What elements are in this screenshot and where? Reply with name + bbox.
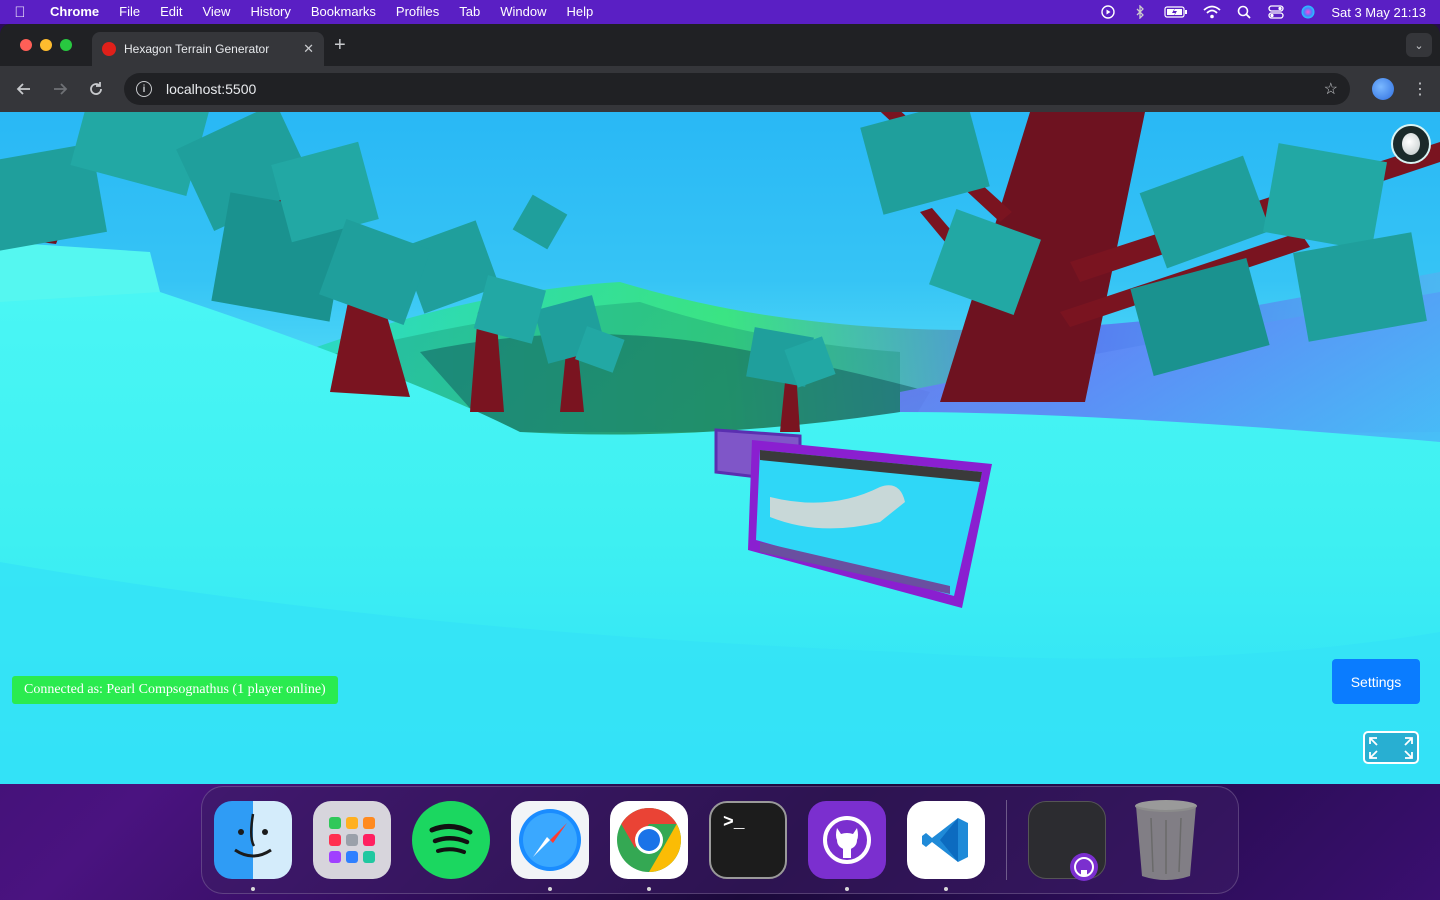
running-indicator <box>251 887 255 891</box>
terminal-prompt-icon: >_ <box>723 813 745 833</box>
dock-github-desktop[interactable] <box>808 801 886 891</box>
menu-profiles[interactable]: Profiles <box>386 0 449 24</box>
siri-icon[interactable] <box>1299 5 1317 19</box>
running-indicator <box>944 887 948 891</box>
menu-tab[interactable]: Tab <box>449 0 490 24</box>
trash-icon <box>1135 800 1197 880</box>
forward-button[interactable] <box>46 75 74 103</box>
menu-file[interactable]: File <box>109 0 150 24</box>
menu-bookmarks[interactable]: Bookmarks <box>301 0 386 24</box>
menu-history[interactable]: History <box>240 0 300 24</box>
control-center-icon[interactable] <box>1267 5 1285 19</box>
tab-favicon-icon <box>102 42 116 56</box>
address-bar[interactable]: i localhost:5500 ☆ <box>124 73 1350 105</box>
back-button[interactable] <box>10 75 38 103</box>
dock-spotify[interactable] <box>412 801 490 879</box>
chrome-icon <box>617 808 681 872</box>
dock-finder[interactable] <box>214 801 292 891</box>
github-icon <box>823 816 871 864</box>
close-window-button[interactable] <box>20 39 32 51</box>
menu-app-name[interactable]: Chrome <box>40 0 109 24</box>
menu-help[interactable]: Help <box>557 0 604 24</box>
spotlight-search-icon[interactable] <box>1235 5 1253 19</box>
dock-chrome[interactable] <box>610 801 688 891</box>
battery-icon[interactable] <box>1163 5 1189 19</box>
dock-separator <box>1006 800 1007 880</box>
dock-vscode[interactable] <box>907 801 985 891</box>
browser-tab[interactable]: Hexagon Terrain Generator ✕ <box>92 32 324 66</box>
running-indicator <box>548 887 552 891</box>
running-indicator <box>845 887 849 891</box>
dock-terminal[interactable]: >_ <box>709 801 787 879</box>
settings-button[interactable]: Settings <box>1332 659 1420 704</box>
moon-icon <box>1402 133 1420 155</box>
browser-toolbar: i localhost:5500 ☆ ⋮ <box>0 66 1440 112</box>
window-controls <box>0 39 92 51</box>
profile-avatar[interactable] <box>1372 78 1394 100</box>
menu-window[interactable]: Window <box>490 0 556 24</box>
maximize-window-button[interactable] <box>60 39 72 51</box>
tab-title: Hexagon Terrain Generator <box>124 42 270 56</box>
reload-button[interactable] <box>82 75 110 103</box>
minimize-window-button[interactable] <box>40 39 52 51</box>
safari-icon <box>519 809 581 871</box>
fullscreen-icon <box>1369 736 1413 759</box>
site-info-icon[interactable]: i <box>136 81 152 97</box>
macos-dock: >_ <box>201 786 1239 894</box>
chrome-window: Hexagon Terrain Generator ✕ + ⌄ i localh… <box>0 24 1440 784</box>
wifi-icon[interactable] <box>1203 5 1221 19</box>
dock-minimized-window[interactable] <box>1028 801 1106 881</box>
dock-trash[interactable] <box>1127 800 1205 880</box>
connection-status-badge: Connected as: Pearl Compsognathus (1 pla… <box>12 676 338 704</box>
spotify-icon <box>429 824 473 854</box>
day-night-toggle-button[interactable] <box>1391 124 1431 164</box>
new-tab-button[interactable]: + <box>334 34 346 57</box>
macos-menu-bar:  Chrome File Edit View History Bookmark… <box>0 0 1440 24</box>
menu-edit[interactable]: Edit <box>150 0 192 24</box>
tab-search-button[interactable]: ⌄ <box>1406 33 1432 57</box>
dock-safari[interactable] <box>511 801 589 891</box>
tab-close-icon[interactable]: ✕ <box>303 41 314 57</box>
menubar-clock[interactable]: Sat 3 May 21:13 <box>1331 5 1426 20</box>
chrome-menu-icon[interactable]: ⋮ <box>1410 79 1430 99</box>
tab-strip: Hexagon Terrain Generator ✕ + ⌄ <box>0 24 1440 66</box>
github-icon <box>1070 853 1098 881</box>
screen-record-icon[interactable] <box>1099 5 1117 19</box>
bluetooth-icon[interactable] <box>1131 5 1149 19</box>
game-viewport[interactable]: Connected as: Pearl Compsognathus (1 pla… <box>0 112 1440 784</box>
vscode-icon <box>922 818 968 862</box>
bookmark-star-icon[interactable]: ☆ <box>1324 79 1338 99</box>
finder-icon <box>234 813 272 858</box>
address-url[interactable]: localhost:5500 <box>166 81 1324 97</box>
menu-view[interactable]: View <box>192 0 240 24</box>
dock-launchpad[interactable] <box>313 801 391 879</box>
apple-menu-icon[interactable]:  <box>0 4 40 21</box>
fullscreen-button[interactable] <box>1363 731 1419 764</box>
running-indicator <box>647 887 651 891</box>
